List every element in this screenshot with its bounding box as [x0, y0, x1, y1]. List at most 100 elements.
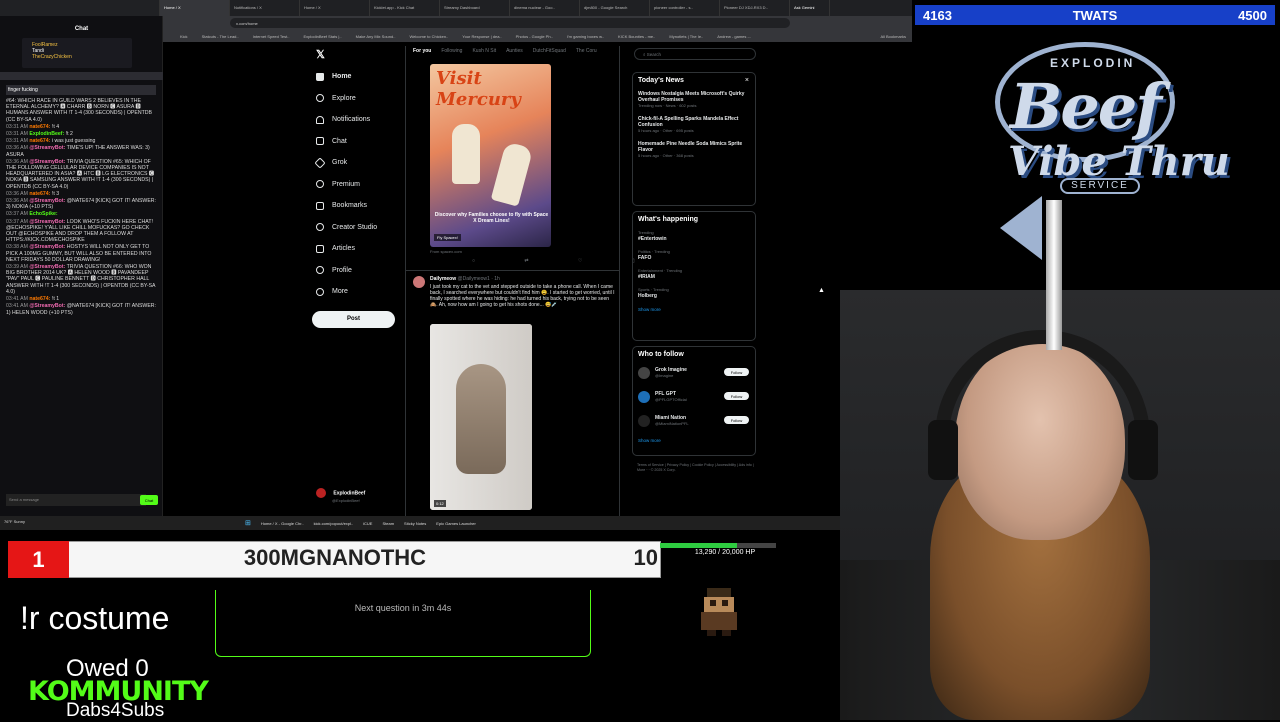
chat-message: 03:39 AM @StreamyBot: TRIVIA QUESTION #6…	[6, 264, 156, 295]
bookmark-speed-test[interactable]: Internet Speed Test..	[253, 30, 290, 42]
trend-item[interactable]: Politics · Trending FAFO	[633, 246, 755, 265]
bookmark-photos[interactable]: Photos - Google Ph..	[516, 30, 553, 42]
nav-premium[interactable]: Premium	[310, 174, 410, 196]
follow-button[interactable]: Follow	[724, 392, 749, 400]
close-icon[interactable]: ×	[745, 77, 749, 84]
bookmark-stats[interactable]: ExplodinBeef Stats |..	[303, 30, 341, 42]
follow-suggestion[interactable]: Grok Imagine @Imagine Follow	[633, 362, 755, 386]
tab-notifications-x[interactable]: Notifications / X	[230, 0, 300, 16]
weather-widget[interactable]: 76°F Sunny	[4, 519, 25, 524]
nav-more[interactable]: More	[310, 281, 410, 303]
chat-text: i was just guessing	[51, 138, 96, 145]
taskbar-epic-games[interactable]: Epic Games Launcher	[436, 521, 476, 526]
windows-start-icon[interactable]: ⊞	[245, 519, 251, 527]
news-item[interactable]: Homemade Pine Needle Soda Mimics Sprite …	[633, 138, 755, 163]
avatar	[316, 488, 326, 498]
tab-for-you[interactable]: For you	[413, 48, 431, 54]
bookmark-bounties[interactable]: KICK Bounties - me..	[618, 30, 655, 42]
tweet-actions[interactable]: ○ ⇄ ♡ ▯	[472, 258, 659, 264]
tab-kush-n-sit[interactable]: Kush N Sit	[472, 48, 496, 54]
trend-item[interactable]: Sports · Trending Holberg	[633, 284, 755, 303]
spacex-ad-image[interactable]: Visit Mercury Discover why Families choo…	[430, 64, 551, 247]
news-item[interactable]: Chick-fil-A Spelling Sparks Mandela Effe…	[633, 113, 755, 138]
avatar[interactable]	[413, 276, 425, 288]
taskbar-chrome[interactable]: Home / X - Google Chr..	[261, 521, 304, 526]
chat-username[interactable]: @StreamyBot:	[29, 244, 65, 250]
url-input[interactable]: x.com/home	[230, 18, 790, 28]
bookmark-chicken[interactable]: Welcome to Chicken..	[409, 30, 448, 42]
tab-djm800[interactable]: djm800 - Google Search	[580, 0, 650, 16]
all-bookmarks[interactable]: All Bookmarks	[880, 30, 912, 42]
chat-send-button[interactable]: Chat	[140, 495, 158, 505]
nav-explore[interactable]: Explore	[310, 88, 410, 110]
trend-item[interactable]: Entertainment · Trending #IRIAM	[633, 265, 755, 284]
search-input[interactable]: ⌕ Search	[634, 48, 756, 60]
chat-username[interactable]: ExplodinBeef:	[29, 131, 64, 137]
bookmark-gaming[interactable]: I'm gaming boxes w..	[567, 30, 604, 42]
chat-username[interactable]: @StreamyBot:	[29, 145, 65, 151]
chat-username[interactable]: nate674:	[29, 124, 50, 130]
cat-video[interactable]: 0:12	[430, 324, 532, 510]
nav-bookmarks[interactable]: Bookmarks	[310, 195, 410, 217]
taskbar-icue[interactable]: iCUE	[363, 521, 372, 526]
chat-username[interactable]: nate674:	[29, 138, 50, 144]
tab-the-coru[interactable]: The Coru	[576, 48, 597, 54]
follow-button[interactable]: Follow	[724, 368, 749, 376]
nav-creator-studio[interactable]: Creator Studio	[310, 217, 410, 239]
chat-username[interactable]: @StreamyBot:	[29, 303, 65, 309]
x-logo-icon[interactable]: 𝕏	[316, 48, 325, 61]
chat-username[interactable]: nate674:	[29, 296, 50, 302]
nav-notifications[interactable]: Notifications	[310, 109, 410, 131]
tab-aunties[interactable]: Aunties	[506, 48, 523, 54]
tweet-author[interactable]: Dailymeow @Dailymeow1 · 1h	[430, 276, 500, 282]
ad-source[interactable]: From spacex.com	[430, 249, 462, 254]
account-switcher[interactable]: ExplodinBeef @ExplodinBeef	[316, 488, 365, 503]
tab-following[interactable]: Following	[441, 48, 462, 54]
bookmark-mix[interactable]: Make Any Mix Sound..	[356, 30, 396, 42]
bookmark-andrew[interactable]: Andrew - games -..	[717, 30, 751, 42]
tab-dutchfitsquad[interactable]: DutchFitSquad	[533, 48, 566, 54]
footer-links[interactable]: Terms of Service | Privacy Policy | Cook…	[637, 463, 757, 473]
follow-button[interactable]: Follow	[724, 416, 749, 424]
nav-articles[interactable]: Articles	[310, 238, 410, 260]
news-item[interactable]: Windows Nostalgia Meets Microsoft's Quir…	[633, 88, 755, 113]
bookmark-statcuts[interactable]: Statcuts - The Lead..	[202, 30, 239, 42]
chat-username[interactable]: @StreamyBot:	[29, 219, 65, 225]
follow-suggestion[interactable]: Miami Nation @MiamiNationPFL Follow	[633, 410, 755, 434]
nav-profile[interactable]: Profile	[310, 260, 410, 282]
chat-username[interactable]: @StreamyBot:	[29, 159, 65, 165]
nav-grok[interactable]: Grok	[310, 152, 410, 174]
tab-home-x[interactable]: Home / X	[160, 0, 230, 16]
chat-username[interactable]: @StreamyBot:	[29, 198, 65, 204]
taskbar-kick-popout[interactable]: kick.com/popout/expl..	[314, 521, 354, 526]
taskbar-steam[interactable]: Steam	[382, 521, 394, 526]
tab-home-x-2[interactable]: Home / X	[300, 0, 370, 16]
premium-icon	[316, 180, 324, 189]
post-button[interactable]: Post	[312, 311, 395, 328]
chat-input[interactable]: Send a message	[6, 494, 146, 506]
tab-pioneer-xdj[interactable]: Pioneer DJ XDJ-RX3 D..	[720, 0, 790, 16]
trend-meta: Politics · Trending	[638, 249, 670, 254]
tab-streamy-dashboard[interactable]: Streamy Dashboard	[440, 0, 510, 16]
bookmark-mynotlets[interactable]: Mynotlets | The Ie..	[669, 30, 703, 42]
chat-username[interactable]: nate674:	[29, 191, 50, 197]
brand-label: TWATS	[1072, 7, 1118, 23]
ask-gemini-button[interactable]: Ask Gemini	[790, 0, 830, 16]
tab-kicklet[interactable]: Kicklet.app - Kick Chat	[370, 0, 440, 16]
taskbar-sticky-notes[interactable]: Sticky Notes	[404, 521, 426, 526]
bookmark-kick[interactable]: Kick	[180, 30, 188, 42]
bookmark-response[interactable]: Your Response | dea..	[462, 30, 501, 42]
trend-item[interactable]: Trending #Entertowin	[633, 227, 755, 246]
tab-pioneer-controller[interactable]: pioneer controller - s..	[650, 0, 720, 16]
follow-suggestion[interactable]: PFL GPT @PFLGPTOfficial Follow	[633, 386, 755, 410]
chat-username[interactable]: EchoSpike:	[29, 211, 57, 217]
hp-bar	[660, 543, 776, 548]
nav-chat[interactable]: Chat	[310, 131, 410, 153]
home-icon	[316, 72, 324, 81]
tab-dinema[interactable]: dinema nuclear - Goo..	[510, 0, 580, 16]
logo-service-text: SERVICE	[1060, 178, 1140, 194]
trivia-question-box	[215, 590, 591, 657]
show-more-link[interactable]: Show more	[633, 434, 755, 449]
nav-home[interactable]: Home	[310, 66, 410, 88]
show-more-link[interactable]: Show more	[633, 303, 755, 318]
